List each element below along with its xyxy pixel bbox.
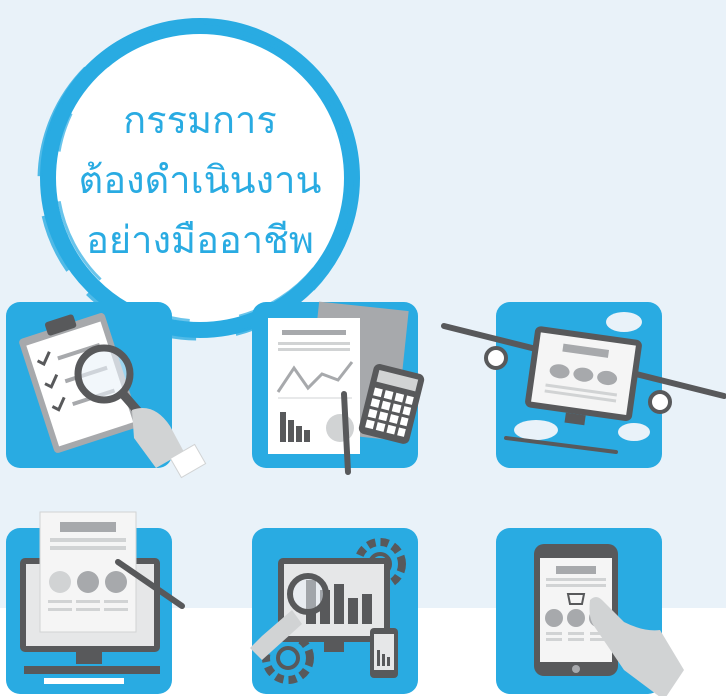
monitor-chart-gears-icon — [250, 538, 406, 684]
tile-computer — [6, 511, 185, 694]
headline-line-3: อย่างมืออาชีพ — [86, 218, 314, 262]
tile-clipboard — [6, 302, 207, 479]
airplane-monitor-icon — [441, 312, 726, 454]
tile-analysis — [250, 528, 418, 694]
report-calculator-icon — [268, 301, 425, 475]
tile-report — [252, 301, 425, 475]
tablet-shopping-icon — [534, 544, 684, 696]
headline-line-1: กรรมการ — [123, 98, 277, 142]
tile-tablet — [496, 528, 684, 696]
headline-line-2: ต้องดำเนินงาน — [78, 158, 322, 202]
headline-badge: กรรมการ ต้องดำเนินงาน อย่างมืออาชีพ — [30, 8, 370, 348]
clipboard-magnifier-icon — [19, 313, 207, 479]
computer-document-pen-icon — [20, 511, 185, 684]
tile-airplane — [441, 302, 726, 468]
headline-text: กรรมการ ต้องดำเนินงาน อย่างมืออาชีพ — [30, 90, 370, 270]
